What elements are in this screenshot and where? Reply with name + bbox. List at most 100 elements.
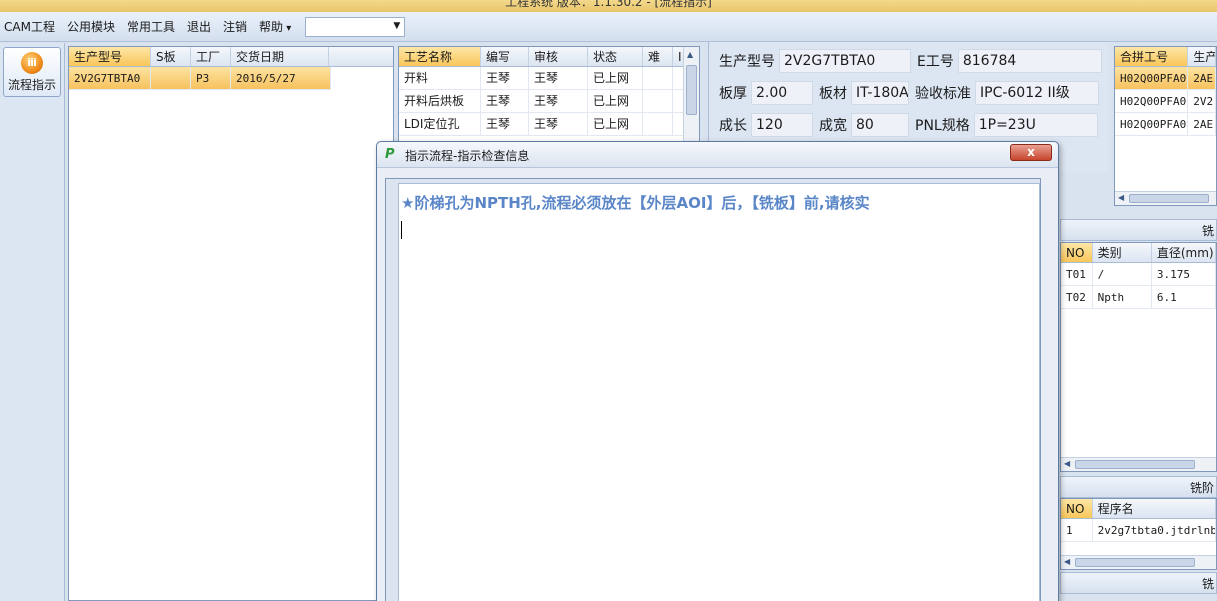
process-cell-reviewer: 王琴 xyxy=(529,67,588,89)
chevron-down-icon: ▼ xyxy=(393,20,401,31)
menu-common-modules[interactable]: 公用模块 xyxy=(67,18,115,35)
orders-col-model[interactable]: 生产型号 xyxy=(69,47,151,66)
mill-hscrollbar[interactable]: ◀ xyxy=(1061,555,1216,569)
process-cell-reviewer: 王琴 xyxy=(529,90,588,112)
drill-hscrollbar[interactable]: ◀ xyxy=(1061,457,1216,471)
joint-hscrollbar[interactable]: ◀ xyxy=(1115,191,1216,205)
material-label: 板材 xyxy=(819,86,847,102)
standard-label: 验收标准 xyxy=(915,86,971,102)
orders-grid: 生产型号 S板 工厂 交货日期 2V2G7TBTA0 P3 2016/5/27 xyxy=(68,46,394,601)
table-row[interactable]: 开料 王琴 王琴 已上网 xyxy=(399,67,699,90)
process-cell-status: 已上网 xyxy=(588,113,643,135)
drill-cell-type: / xyxy=(1093,263,1152,285)
pnl-field[interactable]: 1P=23U xyxy=(973,113,1098,137)
scroll-left-icon[interactable]: ◀ xyxy=(1118,193,1124,202)
process-col-status[interactable]: 状态 xyxy=(588,47,643,66)
process-col-name[interactable]: 工艺名称 xyxy=(399,47,481,66)
width-field[interactable]: 80 xyxy=(851,113,909,137)
drill-grid: NO 类别 直径(mm) T01 / 3.175 T02 Npth 6.1 ◀ xyxy=(1060,242,1217,472)
table-row[interactable]: LDI定位孔 王琴 王琴 已上网 xyxy=(399,113,699,136)
menubar: CAM工程 公用模块 常用工具 退出 注销 帮助 ▼ xyxy=(0,12,1217,42)
process-col-difficulty[interactable]: 难 xyxy=(643,47,673,66)
process-cell-difficulty xyxy=(643,113,673,135)
drill-col-no[interactable]: NO xyxy=(1061,243,1093,262)
drill-cell-no: T02 xyxy=(1061,286,1093,308)
check-info-dialog: P 指示流程-指示检查信息 x ★阶梯孔为NPTH孔,流程必须放在【外层AOI】… xyxy=(376,141,1059,601)
table-row[interactable]: 2V2G7TBTA0 P3 2016/5/27 xyxy=(69,67,331,90)
scroll-thumb[interactable] xyxy=(1075,558,1195,567)
orders-cell-model: 2V2G7TBTA0 xyxy=(69,67,151,89)
drill-col-type[interactable]: 类别 xyxy=(1093,243,1152,262)
length-field[interactable]: 120 xyxy=(751,113,813,137)
scroll-up-icon[interactable]: ▲ xyxy=(687,50,693,59)
process-cell-reviewer: 王琴 xyxy=(529,113,588,135)
menu-help[interactable]: 帮助 xyxy=(259,18,291,35)
orders-col-s[interactable]: S板 xyxy=(151,47,191,66)
flow-indicator-button[interactable]: ⅲ 流程指示 xyxy=(3,47,61,97)
joint-cell-production: 2AE xyxy=(1188,67,1216,89)
scroll-left-icon[interactable]: ◀ xyxy=(1064,557,1070,566)
process-cell-writer: 王琴 xyxy=(481,67,529,89)
dialog-title: 指示流程-指示检查信息 xyxy=(405,149,530,163)
process-cell-writer: 王琴 xyxy=(481,113,529,135)
warning-message: ★阶梯孔为NPTH孔,流程必须放在【外层AOI】后，【铣板】前,请核实 xyxy=(401,194,870,212)
menu-exit[interactable]: 退出 xyxy=(187,18,211,35)
orders-cell-date: 2016/5/27 xyxy=(231,67,331,89)
close-icon: x xyxy=(1027,145,1035,159)
material-field[interactable]: IT-180A xyxy=(851,81,909,105)
joint-cell-production: 2AE xyxy=(1188,113,1216,135)
joint-cell-number: H02Q00PFA0 xyxy=(1115,90,1189,112)
app-logo-icon: P xyxy=(385,147,395,162)
menu-logout[interactable]: 注销 xyxy=(223,18,247,35)
process-cell-status: 已上网 xyxy=(588,90,643,112)
info-row-1: 生产型号 2V2G7TBTA0 E工号 816784 xyxy=(719,49,1102,73)
model-label: 生产型号 xyxy=(719,54,775,70)
scroll-thumb[interactable] xyxy=(1075,460,1195,469)
joint-col-number[interactable]: 合拼工号 xyxy=(1115,47,1189,66)
table-row[interactable]: H02Q00PFA0 2AE xyxy=(1115,113,1216,136)
menu-cam[interactable]: CAM工程 xyxy=(4,18,55,35)
dialog-titlebar[interactable]: P 指示流程-指示检查信息 x xyxy=(377,142,1058,168)
table-row[interactable]: H02Q00PFA0 2V2 xyxy=(1115,90,1216,113)
drill-col-diameter[interactable]: 直径(mm) xyxy=(1152,243,1216,262)
scroll-thumb[interactable] xyxy=(686,65,697,115)
process-col-writer[interactable]: 编写 xyxy=(481,47,529,66)
process-cell-writer: 王琴 xyxy=(481,90,529,112)
drill-header: NO 类别 直径(mm) xyxy=(1061,243,1216,263)
joint-cell-number: H02Q00PFA0 xyxy=(1115,67,1189,89)
model-field[interactable]: 2V2G7TBTA0 xyxy=(779,49,911,73)
mill-cell-no: 1 xyxy=(1061,519,1093,541)
orders-col-date[interactable]: 交货日期 xyxy=(231,47,329,66)
info-row-3: 成长 120 成宽 80 PNL规格 1P=23U xyxy=(719,113,1098,137)
scroll-thumb[interactable] xyxy=(1129,194,1209,203)
menu-common-tools[interactable]: 常用工具 xyxy=(127,18,175,35)
mill-grid: NO 程序名 1 2v2g7tbta0.jtdrlnb ◀ xyxy=(1060,498,1217,570)
table-row[interactable]: T01 / 3.175 xyxy=(1061,263,1216,286)
process-col-reviewer[interactable]: 审核 xyxy=(529,47,588,66)
thickness-field[interactable]: 2.00 xyxy=(751,81,813,105)
menubar-combo[interactable]: ▼ xyxy=(305,16,406,37)
joint-col-production[interactable]: 生产 xyxy=(1188,47,1216,66)
orders-col-factory[interactable]: 工厂 xyxy=(191,47,231,66)
message-textarea[interactable]: ★阶梯孔为NPTH孔,流程必须放在【外层AOI】后，【铣板】前,请核实 xyxy=(398,183,1040,601)
window-titlebar: 工程系统 版本：1.1.30.2 - [流程指示] xyxy=(0,0,1217,12)
table-row[interactable]: 1 2v2g7tbta0.jtdrlnb xyxy=(1061,519,1216,542)
drill-section-header: 铣 xyxy=(1060,219,1217,241)
joint-cell-number: H02Q00PFA0 xyxy=(1115,113,1189,135)
table-row[interactable]: T02 Npth 6.1 xyxy=(1061,286,1216,309)
mill-col-no[interactable]: NO xyxy=(1061,499,1093,518)
window-title: 工程系统 版本：1.1.30.2 - [流程指示] xyxy=(505,0,712,9)
close-button[interactable]: x xyxy=(1010,144,1052,161)
table-row[interactable]: H02Q00PFA0 2AE xyxy=(1115,67,1216,90)
e-number-field[interactable]: 816784 xyxy=(957,49,1102,73)
standard-field[interactable]: IPC-6012 II级 xyxy=(975,81,1099,105)
table-row[interactable]: 开料后烘板 王琴 王琴 已上网 xyxy=(399,90,699,113)
orders-header: 生产型号 S板 工厂 交货日期 xyxy=(69,47,393,67)
flow-indicator-label: 流程指示 xyxy=(7,78,56,92)
e-number-label: E工号 xyxy=(917,54,954,70)
thickness-label: 板厚 xyxy=(719,86,747,102)
drill-cell-type: Npth xyxy=(1093,286,1152,308)
mill-col-program[interactable]: 程序名 xyxy=(1093,499,1216,518)
process-header: 工艺名称 编写 审核 状态 难 I xyxy=(399,47,699,67)
scroll-left-icon[interactable]: ◀ xyxy=(1064,459,1070,468)
